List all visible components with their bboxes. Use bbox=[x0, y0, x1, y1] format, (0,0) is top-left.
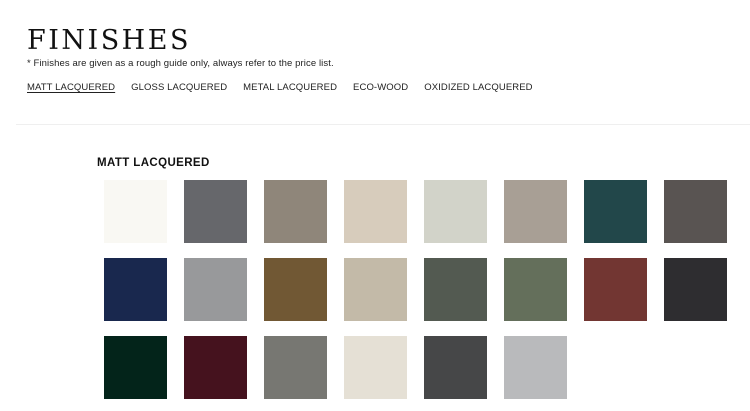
finish-swatch[interactable] bbox=[344, 258, 407, 321]
finish-swatch[interactable] bbox=[104, 258, 167, 321]
tab-eco-wood[interactable]: ECO-WOOD bbox=[353, 82, 408, 93]
finish-swatch[interactable] bbox=[424, 180, 487, 243]
swatch-grid bbox=[104, 180, 727, 399]
tab-metal-lacquered[interactable]: METAL LACQUERED bbox=[243, 82, 337, 93]
finish-tabs: MATT LACQUERED GLOSS LACQUERED METAL LAC… bbox=[27, 82, 533, 93]
finish-swatch[interactable] bbox=[344, 180, 407, 243]
tab-oxidized-lacquered[interactable]: OXIDIZED LACQUERED bbox=[424, 82, 532, 93]
finish-swatch[interactable] bbox=[264, 180, 327, 243]
finish-swatch[interactable] bbox=[264, 258, 327, 321]
finish-swatch[interactable] bbox=[344, 336, 407, 399]
finish-swatch[interactable] bbox=[184, 180, 247, 243]
finish-swatch[interactable] bbox=[424, 336, 487, 399]
page-header: FINISHES * Finishes are given as a rough… bbox=[27, 25, 334, 70]
finish-swatch[interactable] bbox=[584, 180, 647, 243]
tab-gloss-lacquered[interactable]: GLOSS LACQUERED bbox=[131, 82, 227, 93]
finish-swatch[interactable] bbox=[664, 180, 727, 243]
finish-swatch[interactable] bbox=[184, 336, 247, 399]
header-divider bbox=[16, 124, 750, 125]
finish-swatch[interactable] bbox=[504, 180, 567, 243]
section-title: MATT LACQUERED bbox=[97, 157, 210, 169]
price-disclaimer: * Finishes are given as a rough guide on… bbox=[27, 58, 334, 69]
finish-swatch[interactable] bbox=[504, 258, 567, 321]
finish-swatch[interactable] bbox=[264, 336, 327, 399]
finish-swatch[interactable] bbox=[504, 336, 567, 399]
finish-swatch[interactable] bbox=[184, 258, 247, 321]
page-title: FINISHES bbox=[27, 25, 191, 56]
finish-swatch[interactable] bbox=[424, 258, 487, 321]
finish-swatch[interactable] bbox=[104, 336, 167, 399]
finish-swatch[interactable] bbox=[664, 258, 727, 321]
finish-swatch[interactable] bbox=[584, 258, 647, 321]
tab-matt-lacquered[interactable]: MATT LACQUERED bbox=[27, 82, 115, 93]
finish-swatch[interactable] bbox=[104, 180, 167, 243]
